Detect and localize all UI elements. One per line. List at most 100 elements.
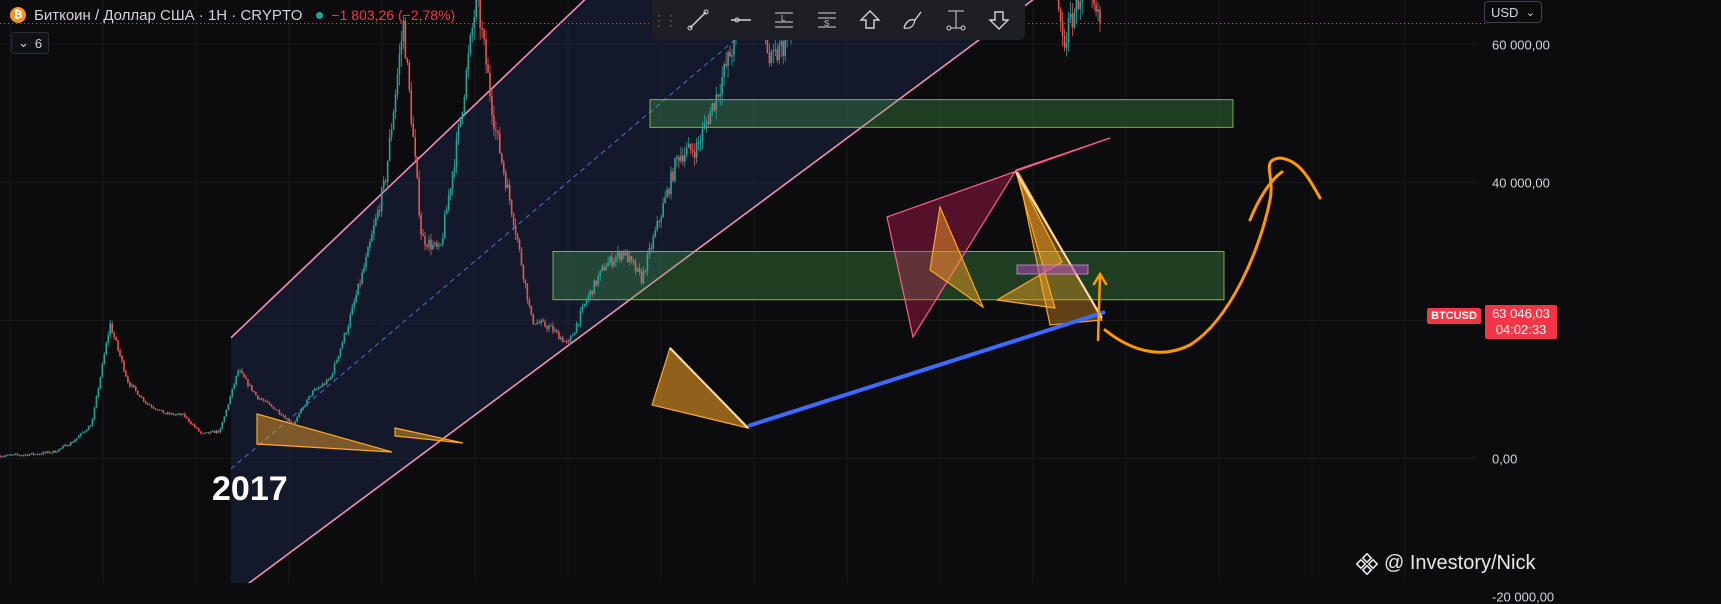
currency-label: USD <box>1491 4 1519 20</box>
candle-body <box>579 310 582 324</box>
candle-body <box>278 410 281 414</box>
candle-body <box>487 64 489 73</box>
candle-body <box>296 417 298 422</box>
long-position-icon[interactable]: L <box>762 0 805 40</box>
candle-body <box>302 406 304 410</box>
candle-body <box>1057 0 1060 9</box>
symbol-title[interactable]: Биткоин / Доллар США · 1H · CRYPTO <box>34 7 302 24</box>
price-tick-label: 0,00 <box>1492 451 1518 466</box>
candle-body <box>194 424 196 428</box>
candle-body <box>197 428 200 432</box>
candle-body <box>524 279 527 284</box>
candle-body <box>424 236 426 246</box>
candle-body <box>109 323 111 336</box>
candle-body <box>40 454 43 456</box>
candle-body <box>321 383 324 387</box>
candle-body <box>481 27 483 30</box>
candle-body <box>77 435 80 439</box>
candle-body <box>235 375 237 385</box>
candle-body <box>603 266 605 271</box>
candle-body <box>329 377 332 380</box>
candle-body <box>7 454 9 456</box>
arrow-up-icon[interactable] <box>848 0 891 40</box>
candle-body <box>347 326 350 333</box>
candle-body <box>113 333 115 338</box>
candle-body <box>355 295 357 302</box>
candle-body <box>536 322 539 325</box>
candle-body <box>1 456 3 458</box>
candle-body <box>160 410 163 412</box>
candle-body <box>207 432 210 434</box>
candle-body <box>1059 8 1062 22</box>
candle-body <box>715 94 718 111</box>
triangle-pattern <box>651 346 750 430</box>
brush-icon[interactable] <box>891 0 934 40</box>
candle-body <box>685 147 688 155</box>
candle-body <box>528 300 531 306</box>
candle-body <box>697 142 700 144</box>
candle-body <box>203 432 206 434</box>
arrow-down-icon[interactable] <box>977 0 1020 40</box>
candle-body <box>314 389 316 391</box>
candle-body <box>384 180 387 182</box>
candle-body <box>176 414 178 416</box>
candle-body <box>556 330 558 332</box>
candle-body <box>583 304 586 307</box>
candle-body <box>50 452 52 454</box>
candle-body <box>689 143 692 150</box>
candle-body <box>243 373 245 378</box>
candle-body <box>312 390 314 396</box>
candle-body <box>449 188 452 196</box>
candle-body <box>26 454 29 456</box>
candle-body <box>1097 9 1099 12</box>
horizontal-line-icon[interactable] <box>719 0 762 40</box>
candle-body <box>770 51 773 64</box>
candle-body <box>227 404 230 410</box>
candle-body <box>617 251 619 257</box>
candle-body <box>500 153 503 163</box>
candle-body <box>774 49 777 52</box>
candle-body <box>632 260 635 263</box>
candle-body <box>434 242 436 245</box>
indicators-toggle[interactable]: ⌄ 6 <box>11 32 50 54</box>
candle-body <box>144 401 147 403</box>
trend-line-icon[interactable] <box>676 0 719 40</box>
candle-body <box>1067 18 1070 44</box>
price-range-icon[interactable] <box>934 0 977 40</box>
candle-body <box>776 49 779 61</box>
candle-body <box>443 214 446 239</box>
candle-body <box>182 413 184 416</box>
candle-body <box>664 197 666 204</box>
drag-handle-icon[interactable]: ⋮⋮ <box>652 12 678 29</box>
candle-body <box>404 20 407 59</box>
candle-body <box>11 454 13 456</box>
candle-body <box>621 252 623 260</box>
candle-body <box>646 254 649 272</box>
short-position-icon[interactable]: S <box>805 0 848 40</box>
candle-body <box>658 221 661 223</box>
candle-body <box>310 395 312 397</box>
candle-body <box>317 387 320 389</box>
candle-body <box>258 398 261 400</box>
candle-body <box>695 142 698 158</box>
candle-body <box>270 404 273 407</box>
candle-body <box>327 379 330 381</box>
last-price-tag: 63 046,03 04:02:33 <box>1485 305 1557 339</box>
candle-body <box>589 290 592 296</box>
candle-body <box>782 41 784 57</box>
candle-body <box>680 155 682 161</box>
candle-body <box>91 419 94 427</box>
candle-body <box>365 257 367 268</box>
candle-body <box>495 129 497 131</box>
candle-body <box>268 402 271 405</box>
candle-body <box>125 371 127 377</box>
candle-body <box>156 409 159 411</box>
candle-body <box>101 363 104 378</box>
candle-body <box>727 51 729 66</box>
candle-body <box>426 245 428 248</box>
candle-body <box>73 440 76 443</box>
candle-body <box>58 448 60 452</box>
candle-body <box>274 408 277 410</box>
currency-selector[interactable]: USD ⌄ <box>1484 1 1542 23</box>
candle-body <box>325 379 328 385</box>
